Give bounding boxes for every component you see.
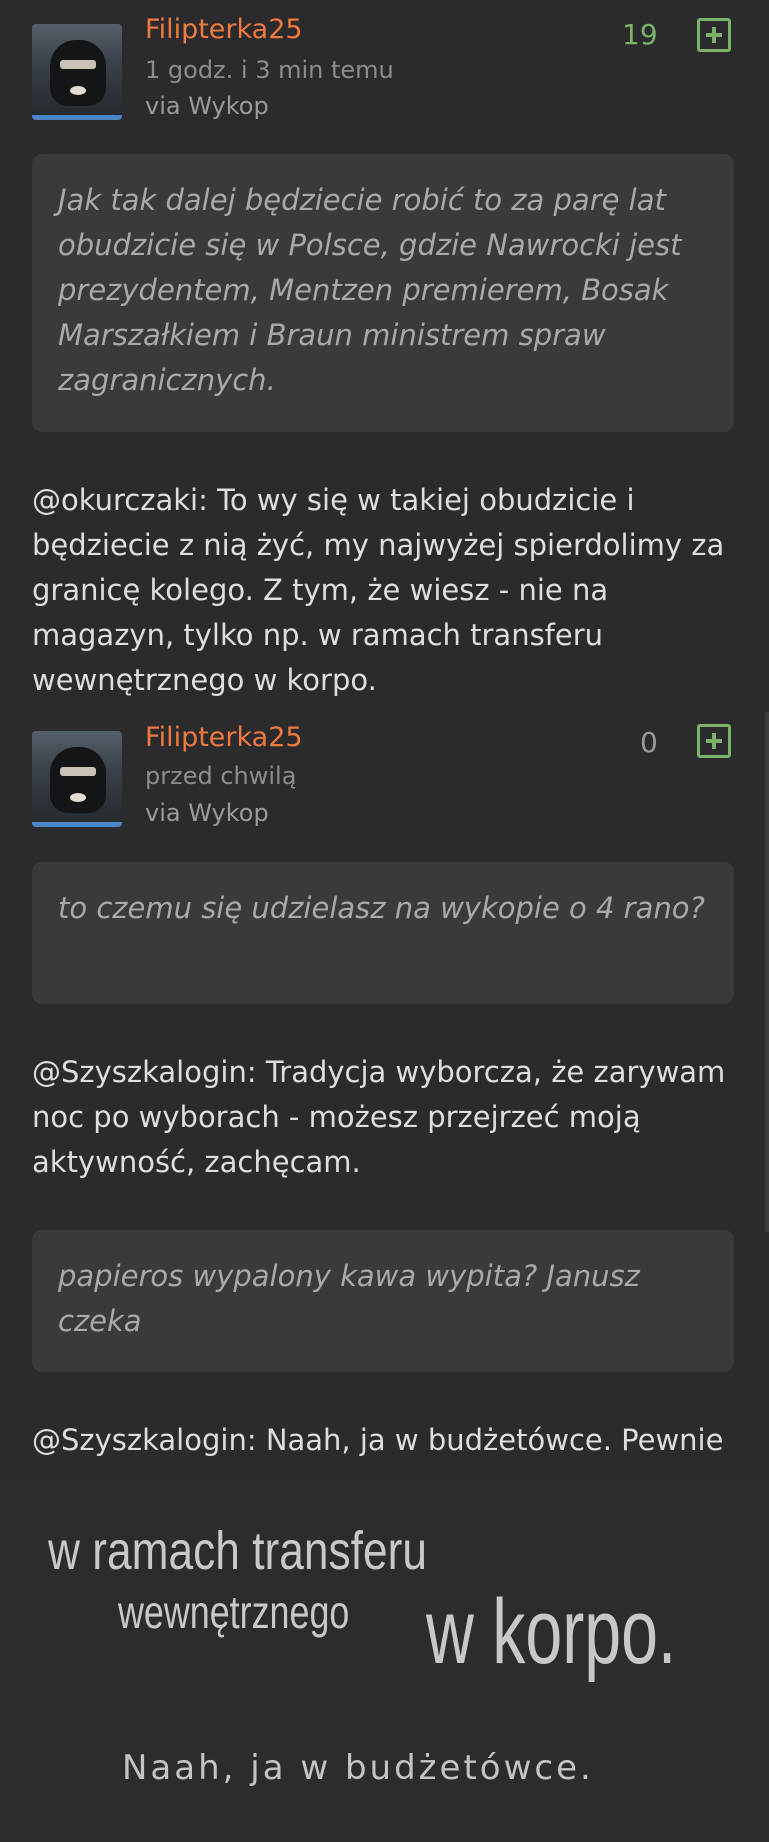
username[interactable]: Filipterka25 [145, 722, 303, 753]
comment-time: przed chwilą [145, 762, 297, 790]
avatar[interactable] [32, 731, 122, 827]
meme-image: w ramach transferu wewnętrznego w korpo.… [0, 1480, 769, 1842]
comment-body: @Szyszkalogin: Tradycja wyborcza, że zar… [32, 1055, 726, 1179]
meme-text-line: Naah, ja w budżetówce. [122, 1748, 594, 1788]
meme-text-line: wewnętrznego [118, 1586, 350, 1638]
meme-text-line: w korpo. [426, 1581, 677, 1683]
username[interactable]: Filipterka25 [145, 14, 303, 45]
meme-text-line: w ramach transferu [48, 1521, 427, 1581]
via-source[interactable]: via Wykop [145, 92, 269, 120]
quote-block: to czemu się udzielasz na wykopie o 4 ra… [32, 862, 734, 1004]
plus-icon[interactable] [697, 18, 731, 52]
quote-block: papieros wypalony kawa wypita? Janusz cz… [32, 1230, 734, 1372]
plus-icon[interactable] [697, 724, 731, 758]
via-source[interactable]: via Wykop [145, 799, 269, 827]
scrollbar[interactable] [765, 712, 769, 1232]
avatar[interactable] [32, 24, 122, 120]
comment-body: @okurczaki: To wy się w takiej obudzicie… [32, 483, 725, 697]
quote-block: Jak tak dalej będziecie robić to za parę… [32, 154, 734, 432]
vote-count: 0 [640, 726, 658, 759]
comment-time: 1 godz. i 3 min temu [145, 56, 394, 84]
vote-count: 19 [622, 18, 658, 51]
comment-body: @Szyszkalogin: Naah, ja w budżetówce. Pe… [32, 1423, 724, 1457]
